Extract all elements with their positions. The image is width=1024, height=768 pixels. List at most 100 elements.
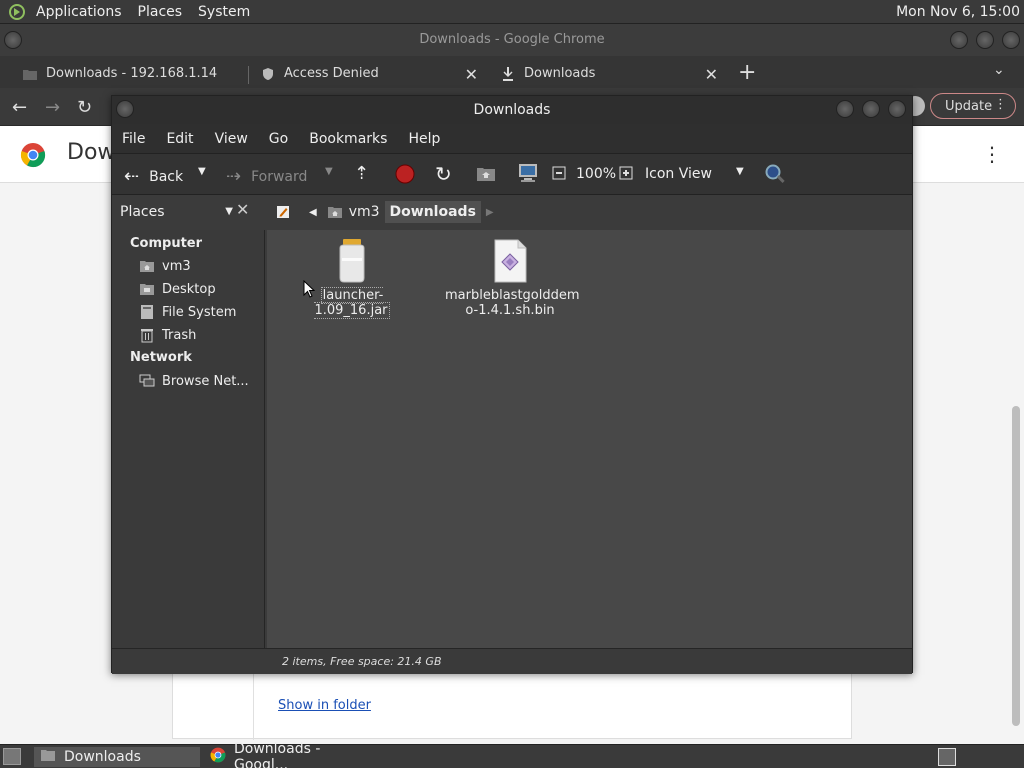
scroll-thumb[interactable] xyxy=(1012,406,1020,726)
update-label: Update xyxy=(945,98,993,114)
menu-edit[interactable]: Edit xyxy=(166,131,193,147)
more-vert-icon: ⋮ xyxy=(994,97,1007,112)
chrome-window-title: Downloads - Google Chrome xyxy=(419,32,605,47)
sidebar-item-file-system[interactable]: File System xyxy=(138,304,258,320)
chevron-down-icon[interactable]: ▼ xyxy=(736,166,744,177)
file-manager-titlebar[interactable]: Downloads xyxy=(112,96,912,124)
update-button[interactable]: Update ⋮ xyxy=(930,93,1016,119)
sidebar-item-label: Browse Net... xyxy=(162,373,249,389)
page-scrollbar[interactable] xyxy=(1010,186,1022,746)
window-menu-icon[interactable] xyxy=(4,31,22,49)
show-in-folder-link[interactable]: Show in folder xyxy=(278,698,371,713)
chrome-logo-icon xyxy=(210,747,226,767)
menu-bookmarks[interactable]: Bookmarks xyxy=(309,131,387,147)
close-tab-icon[interactable]: ✕ xyxy=(465,65,478,84)
tab-label: Downloads xyxy=(524,66,596,81)
back-button[interactable]: ⇠ Back xyxy=(124,166,183,187)
stop-icon[interactable] xyxy=(395,164,415,184)
status-bar: 2 items, Free space: 21.4 GB xyxy=(112,648,912,674)
shield-icon xyxy=(260,66,276,82)
forward-history-dropdown[interactable]: ▼ xyxy=(325,166,333,177)
download-item-card: Show in folder xyxy=(172,669,852,740)
menu-go[interactable]: Go xyxy=(269,131,288,147)
reload-icon[interactable]: ↻ xyxy=(77,97,92,118)
chevron-down-icon: ▼ xyxy=(225,206,233,217)
file-item-bin[interactable]: marbleblastgolddem o-1.4.1.sh.bin xyxy=(445,238,580,318)
forward-arrow-icon: ⇢ xyxy=(226,166,242,187)
distro-logo-icon[interactable] xyxy=(6,1,28,23)
minimize-icon[interactable] xyxy=(836,100,854,118)
show-desktop-icon[interactable] xyxy=(3,748,21,765)
close-window-icon[interactable] xyxy=(888,100,906,118)
up-arrow-icon[interactable]: ⇡ xyxy=(354,163,369,184)
view-mode-select[interactable]: Icon View xyxy=(645,166,712,182)
home-folder-icon xyxy=(138,258,156,274)
new-tab-icon[interactable]: + xyxy=(738,60,756,85)
maximize-icon[interactable] xyxy=(862,100,880,118)
file-name: launcher-1.09_16.jar xyxy=(314,287,390,319)
sidebar-header-computer: Computer xyxy=(130,236,203,251)
menu-places[interactable]: Places xyxy=(130,4,191,20)
sidebar-item-vm3[interactable]: vm3 xyxy=(138,258,258,274)
places-sidebar: Computer vm3 Desktop File System Trash N… xyxy=(112,230,265,648)
sidebar-header-network: Network xyxy=(130,350,192,365)
zoom-level[interactable]: 100% xyxy=(576,166,616,182)
menu-applications[interactable]: Applications xyxy=(28,4,130,20)
taskbar-item-file-manager[interactable]: Downloads xyxy=(34,747,200,767)
forward-arrow-icon[interactable]: → xyxy=(45,97,60,118)
clock[interactable]: Mon Nov 6, 15:00 xyxy=(896,4,1024,20)
more-vert-icon[interactable]: ⋮ xyxy=(982,142,1002,166)
sidebar-item-trash[interactable]: Trash xyxy=(138,327,258,343)
tab-label: Access Denied xyxy=(284,66,379,81)
menu-file[interactable]: File xyxy=(122,131,145,147)
computer-icon[interactable] xyxy=(517,163,539,183)
forward-button[interactable]: ⇢ Forward xyxy=(226,166,307,187)
edit-location-icon[interactable] xyxy=(270,201,296,223)
sidebar-item-browse-network[interactable]: Browse Net... xyxy=(138,373,258,389)
close-tab-icon[interactable]: ✕ xyxy=(705,65,718,84)
maximize-icon[interactable] xyxy=(976,31,994,49)
tab-downloads-share[interactable]: Downloads - 192.168.1.14 > Do xyxy=(0,59,240,88)
workspace-switcher[interactable] xyxy=(938,748,956,766)
download-icon xyxy=(500,66,516,82)
back-history-dropdown[interactable]: ▼ xyxy=(198,166,206,177)
menu-help[interactable]: Help xyxy=(408,131,440,147)
sidebar-item-label: Trash xyxy=(162,327,197,343)
tab-downloads[interactable]: Downloads ✕ xyxy=(478,59,718,88)
taskbar-label: Downloads xyxy=(64,749,141,765)
home-folder-icon[interactable] xyxy=(476,164,496,182)
taskbar-item-chrome[interactable]: Downloads - Googl... xyxy=(204,741,370,768)
breadcrumb: ◀ vm3 Downloads ▶ xyxy=(270,201,499,223)
zoom-in-icon[interactable] xyxy=(619,166,633,180)
file-icon-view[interactable]: launcher-1.09_16.jar marbleblastgolddem … xyxy=(267,230,912,648)
minimize-icon[interactable] xyxy=(950,31,968,49)
breadcrumb-vm3[interactable]: vm3 xyxy=(322,201,385,223)
search-icon[interactable] xyxy=(764,163,786,185)
tab-label: Downloads - 192.168.1.14 > Do xyxy=(46,66,222,81)
back-arrow-icon[interactable]: ← xyxy=(12,97,27,118)
reload-icon[interactable]: ↻ xyxy=(435,162,452,186)
close-sidebar-icon[interactable]: ✕ xyxy=(236,200,249,219)
home-folder-icon xyxy=(327,207,342,218)
sidebar-item-desktop[interactable]: Desktop xyxy=(138,281,258,297)
window-menu-icon[interactable] xyxy=(116,100,134,118)
file-manager-window: Downloads File Edit View Go Bookmarks He… xyxy=(111,95,913,674)
breadcrumb-left-arrow-icon[interactable]: ◀ xyxy=(304,201,322,223)
forward-label: Forward xyxy=(251,168,308,185)
chrome-titlebar[interactable]: Downloads - Google Chrome xyxy=(0,24,1024,56)
menu-system[interactable]: System xyxy=(190,4,258,20)
menu-view[interactable]: View xyxy=(215,131,248,147)
breadcrumb-label: Downloads xyxy=(389,204,476,220)
tab-access-denied[interactable]: Access Denied ✕ xyxy=(238,59,478,88)
close-window-icon[interactable] xyxy=(1002,31,1020,49)
tab-search-chevron-icon[interactable]: ⌄ xyxy=(993,62,1005,78)
breadcrumb-right-arrow-icon[interactable]: ▶ xyxy=(481,201,499,223)
sidebar-item-label: vm3 xyxy=(162,258,191,274)
file-item-jar[interactable]: launcher-1.09_16.jar xyxy=(287,238,417,319)
location-bar: Places ▼ ✕ ◀ vm3 Downloads ▶ xyxy=(112,195,912,229)
folder-icon xyxy=(40,748,56,766)
breadcrumb-downloads[interactable]: Downloads xyxy=(384,201,481,223)
binary-file-icon xyxy=(490,238,530,283)
sidebar-item-label: File System xyxy=(162,304,237,320)
zoom-out-icon[interactable] xyxy=(552,166,566,180)
